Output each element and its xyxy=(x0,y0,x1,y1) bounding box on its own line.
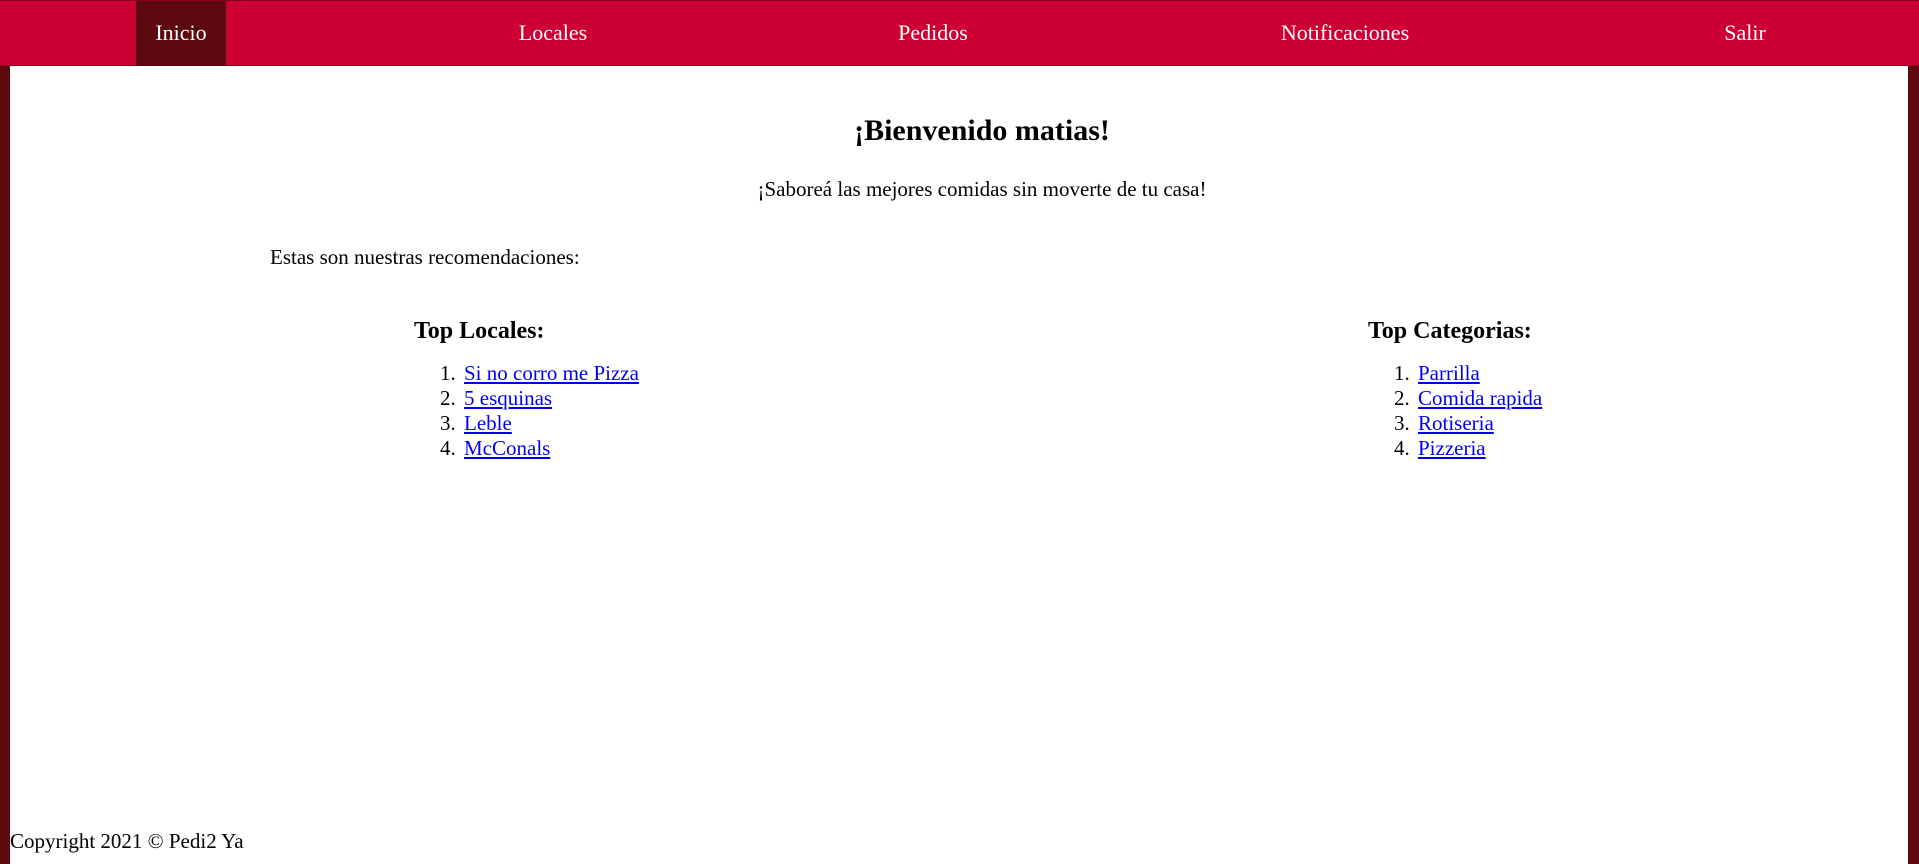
nav-item-notificaciones[interactable]: Notificaciones xyxy=(1235,1,1455,66)
list-item: 2. Comida rapida xyxy=(1394,386,1543,410)
footer-copyright: Copyright 2021 © Pedi2 Ya xyxy=(10,829,244,853)
categoria-link-2[interactable]: Comida rapida xyxy=(1418,386,1542,410)
list-item: 4. McConals xyxy=(440,436,551,460)
top-navbar: Inicio Locales Pedidos Notificaciones Sa… xyxy=(0,0,1919,66)
top-categorias-heading: Top Categorias: xyxy=(1368,318,1532,344)
local-link-3[interactable]: Leble xyxy=(464,411,512,435)
nav-item-locales[interactable]: Locales xyxy=(478,1,628,66)
local-link-2[interactable]: 5 esquinas xyxy=(464,386,552,410)
nav-item-salir[interactable]: Salir xyxy=(1670,1,1820,66)
recommendations-intro: Estas son nuestras recomendaciones: xyxy=(270,245,580,269)
top-categorias-list: 1. Parrilla 2. Comida rapida 3. Rotiseria 4… xyxy=(1394,361,1542,461)
page-subtitle: ¡Saboreá las mejores comidas sin moverte… xyxy=(757,177,1207,201)
list-item: 2. 5 esquinas xyxy=(440,386,553,410)
top-locales-section: Top Locales: 1. Si no corro me Pizza 2. 5 … xyxy=(414,318,639,461)
top-locales-heading: Top Locales: xyxy=(414,318,545,344)
main-content: ¡Bienvenido matias! ¡Saboreá las mejores… xyxy=(10,66,1908,864)
categoria-link-1[interactable]: Parrilla xyxy=(1418,361,1480,385)
list-item: 1. Parrilla xyxy=(1394,361,1480,385)
top-categorias-section: Top Categorias: 1. Parrilla 2. Comida rapi… xyxy=(1368,318,1542,461)
page-title: ¡Bienvenido matias! xyxy=(854,114,1110,147)
nav-item-inicio[interactable]: Inicio xyxy=(136,1,226,66)
list-item: 3. Leble xyxy=(440,411,512,435)
list-item: 3. Rotiseria xyxy=(1394,411,1494,435)
nav-item-pedidos[interactable]: Pedidos xyxy=(858,1,1008,66)
categoria-link-3[interactable]: Rotiseria xyxy=(1418,411,1494,435)
list-item: 4. Pizzeria xyxy=(1394,436,1486,460)
categoria-link-4[interactable]: Pizzeria xyxy=(1418,436,1486,460)
list-item: 1. Si no corro me Pizza xyxy=(440,361,639,385)
top-locales-list: 1. Si no corro me Pizza 2. 5 esquinas 3. Le… xyxy=(440,361,639,461)
local-link-1[interactable]: Si no corro me Pizza xyxy=(464,361,639,385)
local-link-4[interactable]: McConals xyxy=(464,436,550,460)
